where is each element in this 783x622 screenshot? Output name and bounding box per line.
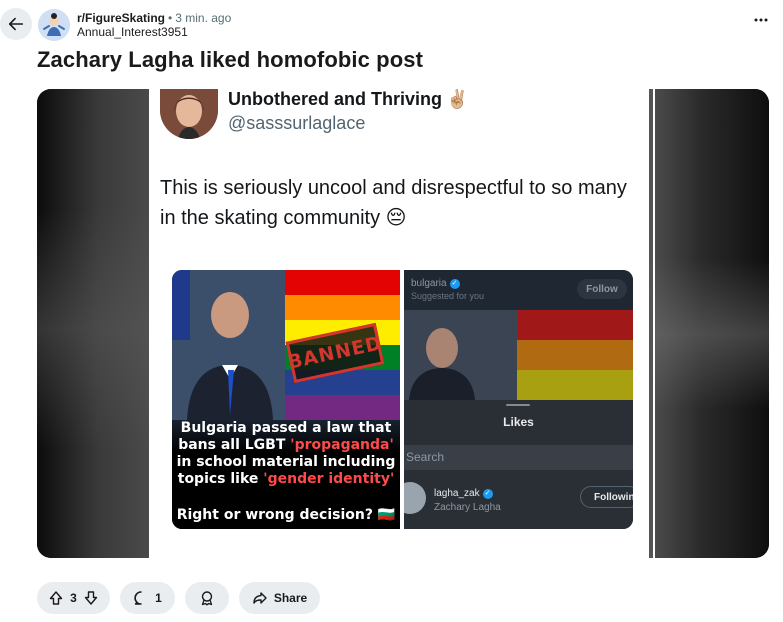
author-link[interactable]: Annual_Interest3951 [77, 25, 231, 39]
award-icon [201, 591, 213, 606]
likes-search: Search [404, 445, 633, 470]
subreddit-link[interactable]: r/FigureSkating [77, 11, 165, 25]
tweet-text: This is seriously uncool and disrespectf… [160, 177, 627, 229]
post-action-bar: 3 1 Share [37, 582, 320, 614]
likes-title: Likes [503, 415, 534, 429]
back-button[interactable] [0, 8, 32, 40]
liked-user-handle: lagha_zak ✓ [434, 488, 493, 499]
president-thumb-icon [404, 310, 517, 400]
image-question: Right or wrong decision? 🇧🇬 [176, 507, 396, 523]
media-blur-right [655, 89, 769, 558]
tweet-avatar [160, 89, 218, 139]
instagram-header: bulgaria ✓ Suggested for you Follow [404, 270, 633, 310]
instagram-account: bulgaria ✓ [411, 278, 460, 289]
post-title: Zachary Lagha liked homofobic post [37, 47, 424, 72]
meta-separator: • [168, 11, 173, 25]
caption-propaganda: 'propaganda' [290, 437, 394, 453]
victory-hand-emoji: ✌🏼 [446, 89, 469, 109]
screenshot-edge [649, 89, 653, 558]
suggested-label: Suggested for you [411, 291, 485, 301]
post-meta: r/FigureSkating • 3 min. ago Annual_Intere… [77, 11, 231, 39]
sheet-handle [506, 404, 530, 406]
post-media[interactable]: Unbothered and Thriving ✌🏼 @sasssurlagla… [37, 89, 769, 558]
instagram-follow-button: Follow [577, 279, 627, 299]
tweet-image-right: bulgaria ✓ Suggested for you Follow Like… [404, 270, 633, 529]
more-horizontal-icon [754, 18, 768, 22]
comments-button[interactable]: 1 [120, 582, 175, 614]
caption-line-1: Bulgaria passed a law that [180, 420, 392, 436]
caption-gender-identity: 'gender identity' [263, 471, 395, 487]
image-caption: Bulgaria passed a law that bans all LGBT… [172, 420, 400, 488]
subreddit-avatar[interactable] [38, 9, 70, 41]
likes-sheet: Likes Search lagha_zak ✓ Zachary Lagha F… [404, 400, 633, 529]
instagram-account-name: bulgaria [411, 278, 447, 289]
tweet-handle: @sasssurlaglace [228, 113, 366, 133]
tweet-display-name: Unbothered and Thriving ✌🏼 [228, 89, 468, 110]
caption-line-2a: bans all LGBT [178, 437, 291, 453]
more-options-button[interactable] [751, 10, 771, 30]
verified-icon: ✓ [449, 278, 460, 289]
arrow-left-icon [8, 17, 24, 31]
post-time: 3 min. ago [175, 11, 232, 25]
likes-user-row: lagha_zak ✓ Zachary Lagha Following [404, 480, 633, 520]
president-photo-icon [172, 270, 285, 420]
downvote-arrow-icon[interactable] [83, 590, 99, 606]
rainbow-thumb [517, 310, 633, 400]
media-blur-left [37, 89, 149, 558]
share-label: Share [273, 591, 308, 605]
comment-bubble-icon [134, 591, 142, 605]
liked-user-handle-text: lagha_zak [434, 488, 480, 499]
subreddit-icon [38, 9, 70, 41]
tweet-display-name-text: Unbothered and Thriving [228, 89, 442, 109]
tweet-screenshot: Unbothered and Thriving ✌🏼 @sasssurlagla… [149, 89, 655, 558]
vote-count: 3 [70, 591, 77, 605]
award-button[interactable] [185, 582, 229, 614]
share-arrow-icon [253, 592, 267, 604]
share-button[interactable]: Share [239, 582, 320, 614]
liked-user-name: Zachary Lagha [434, 502, 501, 513]
comment-count: 1 [155, 591, 162, 605]
caption-line-4a: topics like [177, 471, 264, 487]
upvote-arrow-icon[interactable] [48, 590, 64, 606]
following-button: Following [580, 486, 633, 508]
tweet-image-left: BANNED Bulgaria passed a law that bans a… [172, 270, 400, 529]
user-avatar [404, 482, 426, 514]
caption-line-3: in school material including [176, 454, 396, 470]
profile-photo-icon [160, 89, 218, 139]
verified-icon: ✓ [482, 488, 493, 499]
vote-control: 3 [37, 582, 110, 614]
